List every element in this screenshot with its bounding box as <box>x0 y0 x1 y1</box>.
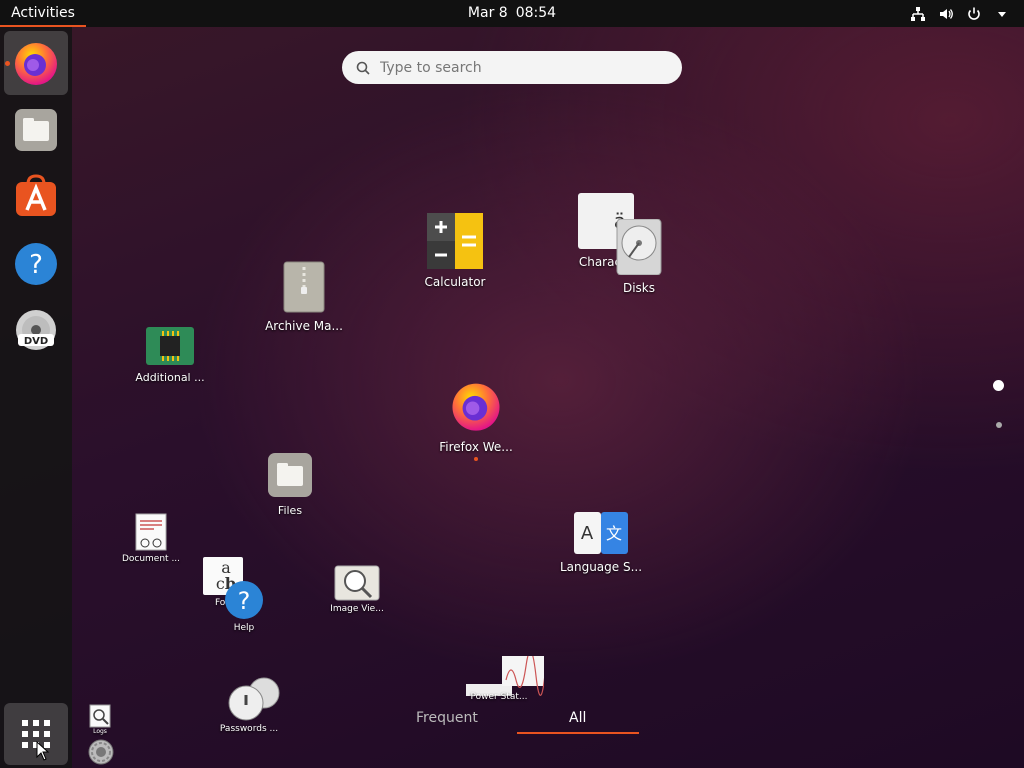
help-icon: ? <box>225 581 263 619</box>
svg-text:?: ? <box>29 250 43 280</box>
running-indicator <box>5 61 10 66</box>
time-label: 08:54 <box>515 5 557 21</box>
date-label: Mar 8 <box>467 5 508 21</box>
language-icon: A 文 <box>574 512 628 554</box>
app-firefox[interactable]: Firefox We... <box>436 378 516 461</box>
app-passwords[interactable]: Passwords ... <box>218 677 280 734</box>
logs-icon <box>89 704 111 728</box>
svg-text:DVD: DVD <box>24 336 48 347</box>
app-label: Files <box>277 504 303 517</box>
app-image-viewer[interactable]: Image Vie... <box>322 565 392 614</box>
dock-item-firefox[interactable] <box>4 31 68 95</box>
files-icon <box>15 109 57 151</box>
archive-manager-icon <box>283 261 325 313</box>
app-label: Disks <box>622 281 656 295</box>
active-tab-indicator <box>517 732 639 734</box>
passwords-icon <box>228 677 280 721</box>
app-label: Power Stat... <box>470 692 528 702</box>
app-language-support[interactable]: A 文 Language S... <box>556 512 646 574</box>
tab-frequent[interactable]: Frequent <box>416 710 478 726</box>
dock: ? DVD <box>0 27 72 768</box>
app-files[interactable]: Files <box>262 452 318 517</box>
system-tray[interactable] <box>910 0 1010 27</box>
image-viewer-icon <box>334 565 380 601</box>
app-label: Help <box>233 623 255 633</box>
gear-icon <box>88 739 114 765</box>
svg-text:A: A <box>581 523 594 544</box>
top-bar: Activities Mar 8 08:54 <box>0 0 1024 27</box>
tab-all[interactable]: All <box>569 710 586 726</box>
app-document-viewer[interactable]: Document ... <box>118 513 184 564</box>
app-label: Additional ... <box>135 371 205 384</box>
help-icon: ? <box>15 243 57 285</box>
firefox-icon <box>452 383 500 431</box>
app-disks[interactable]: Disks <box>612 219 666 295</box>
app-label: Logs <box>93 728 107 735</box>
app-label: Language S... <box>559 560 643 574</box>
firefox-icon <box>15 43 57 85</box>
search-icon <box>356 61 370 75</box>
search-input[interactable] <box>380 59 640 76</box>
search-field[interactable] <box>342 51 682 84</box>
app-label: Image Vie... <box>330 604 384 614</box>
running-indicator <box>474 457 478 461</box>
svg-text:?: ? <box>238 587 251 615</box>
calculator-icon <box>427 213 483 269</box>
disks-icon <box>616 219 662 275</box>
page-indicator-active[interactable] <box>993 380 1004 391</box>
dock-item-help[interactable]: ? <box>4 232 68 296</box>
power-icon[interactable] <box>966 6 982 22</box>
dock-item-ubuntu-software[interactable] <box>4 165 68 229</box>
document-viewer-icon <box>135 513 167 551</box>
app-logs[interactable]: Logs <box>84 704 116 735</box>
dvd-icon: DVD <box>16 310 56 350</box>
mouse-cursor <box>36 741 50 761</box>
chevron-down-icon[interactable] <box>994 6 1010 22</box>
app-label: Calculator <box>424 275 486 289</box>
app-label: Firefox We... <box>439 440 513 454</box>
clock[interactable]: Mar 8 08:54 <box>0 0 1024 27</box>
app-help[interactable]: ? Help <box>222 580 266 633</box>
dock-item-files[interactable] <box>4 98 68 162</box>
app-settings[interactable] <box>86 738 116 766</box>
files-icon <box>268 453 312 497</box>
app-calculator[interactable]: Calculator <box>420 213 490 289</box>
page-indicator[interactable] <box>996 422 1002 428</box>
app-label: Archive Ma... <box>265 319 343 333</box>
app-label: Passwords ... <box>219 724 279 734</box>
app-label: Document ... <box>121 554 181 564</box>
network-icon[interactable] <box>910 6 926 22</box>
volume-icon[interactable] <box>938 6 954 22</box>
app-archive-manager[interactable]: Archive Ma... <box>259 261 349 333</box>
app-power-statistics[interactable]: Power Stat... <box>462 656 544 702</box>
dock-item-dvd[interactable]: DVD <box>4 299 68 363</box>
svg-text:文: 文 <box>606 524 622 543</box>
app-additional-drivers[interactable]: Additional ... <box>130 327 210 384</box>
chip-icon <box>146 327 194 365</box>
ubuntu-software-icon <box>16 174 56 216</box>
